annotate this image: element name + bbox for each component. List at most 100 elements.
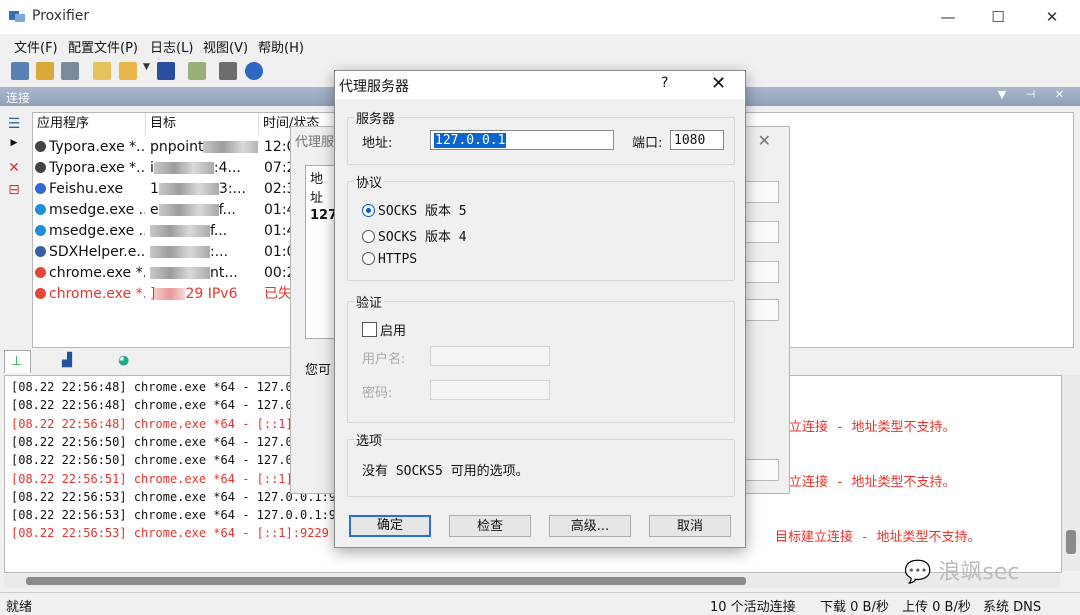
status-dns: 系统 DNS: [983, 600, 1042, 615]
log-line: [08.22 22:56:51] chrome.exe *64 - [::1]:…: [11, 471, 308, 486]
server-group-label: 服务器: [354, 108, 398, 127]
radio-socks5[interactable]: SOCKS 版本 5: [362, 200, 467, 219]
enable-auth-checkbox[interactable]: 启用: [362, 320, 406, 339]
redacted-text: [155, 288, 186, 300]
options-group: 选项 没有 SOCKS5 可用的选项。: [347, 430, 735, 497]
close-icon[interactable]: ✕: [758, 131, 771, 150]
redacted-text: [150, 246, 210, 258]
cell-target: nt...: [150, 263, 258, 284]
password-label: 密码:: [362, 386, 393, 401]
application-icon: [35, 183, 46, 194]
proxy-list-header: 地址: [310, 172, 324, 206]
dropdown-arrow-icon[interactable]: ▼: [143, 62, 151, 80]
port-input[interactable]: 1080: [670, 130, 724, 150]
radio-https[interactable]: HTTPS: [362, 252, 417, 267]
panel-title: 连接: [6, 91, 31, 105]
protocol-group-label: 协议: [354, 172, 385, 191]
menu-file[interactable]: 文件(F): [14, 37, 58, 56]
proxy-servers-dialog-title: 代理服: [295, 135, 335, 150]
cell-target: f...: [150, 221, 258, 242]
status-upload: 上传 0 B/秒: [902, 600, 971, 615]
application-icon: [35, 162, 46, 173]
proxy-servers-icon[interactable]: [188, 62, 206, 80]
redacted-text: [203, 141, 258, 153]
new-profile-icon[interactable]: [93, 62, 111, 80]
cell-application: Feishu.exe: [35, 179, 145, 200]
save-icon[interactable]: [157, 62, 175, 80]
close-connection-icon[interactable]: ✕: [4, 160, 24, 178]
options-group-label: 选项: [354, 430, 385, 449]
status-download: 下载 0 B/秒: [820, 600, 889, 615]
help-icon[interactable]: [245, 62, 263, 80]
cell-target: ] 29 IPv6: [150, 286, 238, 302]
cell-target: pnpointw...: [150, 137, 258, 158]
remove-connection-icon[interactable]: ⊟: [4, 182, 24, 200]
minimize-button[interactable]: —: [928, 4, 968, 30]
print-icon[interactable]: [219, 62, 237, 80]
column-header-target[interactable]: 目标: [146, 113, 259, 135]
status-bar: 就绪 10 个活动连接 下载 0 B/秒 上传 0 B/秒 系统 DNS: [0, 592, 1080, 615]
cell-application: msedge.exe ...: [35, 200, 145, 221]
advanced-button[interactable]: 高级...: [549, 515, 631, 537]
username-label: 用户名:: [362, 352, 406, 367]
application-icon: [35, 288, 46, 299]
title-bar: Proxifier — ☐ ✕: [0, 0, 1080, 34]
log-line: [08.22 22:56:48] chrome.exe *64 - 127.0.…: [11, 380, 308, 394]
radio-icon: [362, 230, 375, 243]
menu-help[interactable]: 帮助(H): [258, 37, 304, 56]
side-toolbar: ☰ ▶ ✕ ⊟: [4, 116, 30, 204]
proxy-list-item[interactable]: 127.: [306, 208, 342, 223]
cancel-button[interactable]: 取消: [649, 515, 731, 537]
dialog-close-button[interactable]: ✕: [711, 73, 726, 94]
tab-connections[interactable]: ⊥ 连接: [4, 350, 32, 413]
maximize-button[interactable]: ☐: [978, 4, 1018, 30]
cell-target: e f...: [150, 202, 236, 218]
expand-arrow-icon[interactable]: ▶: [4, 138, 24, 156]
panel-controls[interactable]: ▼ ⊣ ✕: [998, 88, 1072, 101]
application-icon: [35, 204, 46, 215]
log-line: [08.22 22:56:48] chrome.exe *64 - [::1]:…: [11, 416, 308, 431]
check-button[interactable]: 检查: [449, 515, 531, 537]
connections-tab-icon: ⊥: [11, 354, 23, 369]
network-icon[interactable]: [61, 62, 79, 80]
log-horizontal-scrollbar[interactable]: [4, 574, 1060, 588]
address-input[interactable]: 127.0.0.1: [430, 130, 614, 150]
options-text: 没有 SOCKS5 可用的选项。: [362, 464, 529, 479]
application-icon: [35, 267, 46, 278]
ok-button[interactable]: 确定: [349, 515, 431, 537]
authentication-group-label: 验证: [354, 292, 385, 311]
status-ready: 就绪: [6, 600, 33, 615]
list-view-icon[interactable]: ☰: [4, 116, 24, 134]
radio-socks4[interactable]: SOCKS 版本 4: [362, 226, 467, 245]
horizontal-scroll-thumb[interactable]: [26, 577, 746, 585]
dialog-title-bar: 代理服务器 ? ✕: [335, 71, 745, 99]
log-message: 目标建立连接 - 地址类型不支持。: [775, 530, 981, 545]
menu-view[interactable]: 视图(V): [203, 37, 248, 56]
tab-traffic[interactable]: ▟ 流量: [56, 350, 81, 412]
redacted-text: [153, 162, 214, 174]
column-header-application[interactable]: 应用程序: [33, 113, 146, 135]
log-icon[interactable]: [36, 62, 54, 80]
menu-log[interactable]: 日志(L): [150, 37, 193, 56]
cell-application: Typora.exe *...: [35, 158, 145, 179]
server-group: 服务器 地址: 127.0.0.1 端口: 1080: [347, 108, 735, 165]
password-input[interactable]: [430, 380, 550, 400]
authentication-group: 验证 启用 用户名: 密码:: [347, 292, 735, 423]
open-profile-icon[interactable]: [119, 62, 137, 80]
menu-profile[interactable]: 配置文件(P): [68, 37, 138, 56]
cell-application: msedge.exe ...: [35, 221, 145, 242]
username-input[interactable]: [430, 346, 550, 366]
redacted-text: [158, 204, 219, 216]
proxy-servers-note: 您可: [305, 363, 332, 378]
log-scroll-thumb[interactable]: [1066, 530, 1076, 554]
radio-icon: [362, 252, 375, 265]
dialog-title: 代理服务器: [339, 79, 409, 95]
redacted-text: [158, 183, 219, 195]
help-button[interactable]: ?: [661, 75, 668, 91]
window-title: Proxifier: [32, 8, 90, 24]
connections-icon[interactable]: [11, 62, 29, 80]
proxy-list[interactable]: 地址 127.: [305, 165, 342, 339]
application-icon: [35, 246, 46, 257]
close-window-button[interactable]: ✕: [1032, 4, 1072, 30]
tab-statistics[interactable]: ◕ 统计: [112, 350, 137, 412]
